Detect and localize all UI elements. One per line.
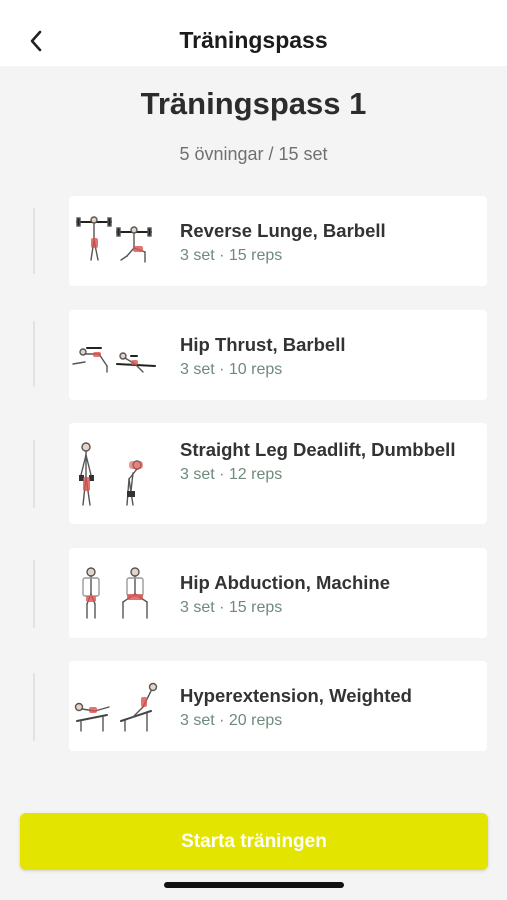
exercise-card[interactable]: Straight Leg Deadlift, Dumbbell 3 set · … [69, 423, 487, 524]
start-workout-label: Starta träningen [181, 830, 327, 852]
exercise-detail: 3 set · 15 reps [180, 599, 283, 616]
exercise-timeline-bar [33, 560, 35, 628]
exercise-detail: 3 set · 15 reps [180, 247, 283, 264]
start-workout-button[interactable]: Starta träningen [20, 813, 488, 870]
exercise-card[interactable]: Hyperextension, Weighted 3 set · 20 reps [69, 661, 487, 751]
exercise-timeline-bar [33, 440, 35, 508]
exercise-detail: 3 set · 10 reps [180, 361, 283, 378]
workout-summary: 5 övningar / 15 set [179, 144, 328, 164]
exercise-name: Hip Abduction, Machine [180, 572, 391, 593]
exercise-name: Reverse Lunge, Barbell [180, 220, 386, 241]
hyperextension-illustration [74, 682, 158, 732]
workout-title: Träningspass 1 [140, 86, 367, 121]
exercise-card[interactable]: Hip Thrust, Barbell 3 set · 10 reps [69, 310, 487, 400]
exercise-timeline-bar [33, 208, 35, 274]
exercise-timeline-bar [33, 673, 35, 741]
hip-abduction-illustration [82, 567, 148, 619]
reverse-lunge-illustration [76, 216, 152, 263]
exercise-card[interactable]: Hip Abduction, Machine 3 set · 15 reps [69, 548, 487, 638]
home-indicator [164, 882, 344, 888]
exercise-name: Hip Thrust, Barbell [180, 334, 346, 355]
exercise-timeline-bar [33, 321, 35, 387]
exercise-card[interactable]: Reverse Lunge, Barbell 3 set · 15 reps [69, 196, 487, 286]
exercise-detail: 3 set · 12 reps [180, 466, 283, 483]
exercise-name: Straight Leg Deadlift, Dumbbell [180, 439, 456, 460]
hip-thrust-illustration [72, 347, 156, 373]
exercise-detail: 3 set · 20 reps [180, 712, 283, 729]
page-title: Träningspass [179, 27, 328, 53]
deadlift-illustration [79, 442, 143, 506]
top-bar: Träningspass [0, 0, 507, 66]
exercise-name: Hyperextension, Weighted [180, 685, 412, 706]
